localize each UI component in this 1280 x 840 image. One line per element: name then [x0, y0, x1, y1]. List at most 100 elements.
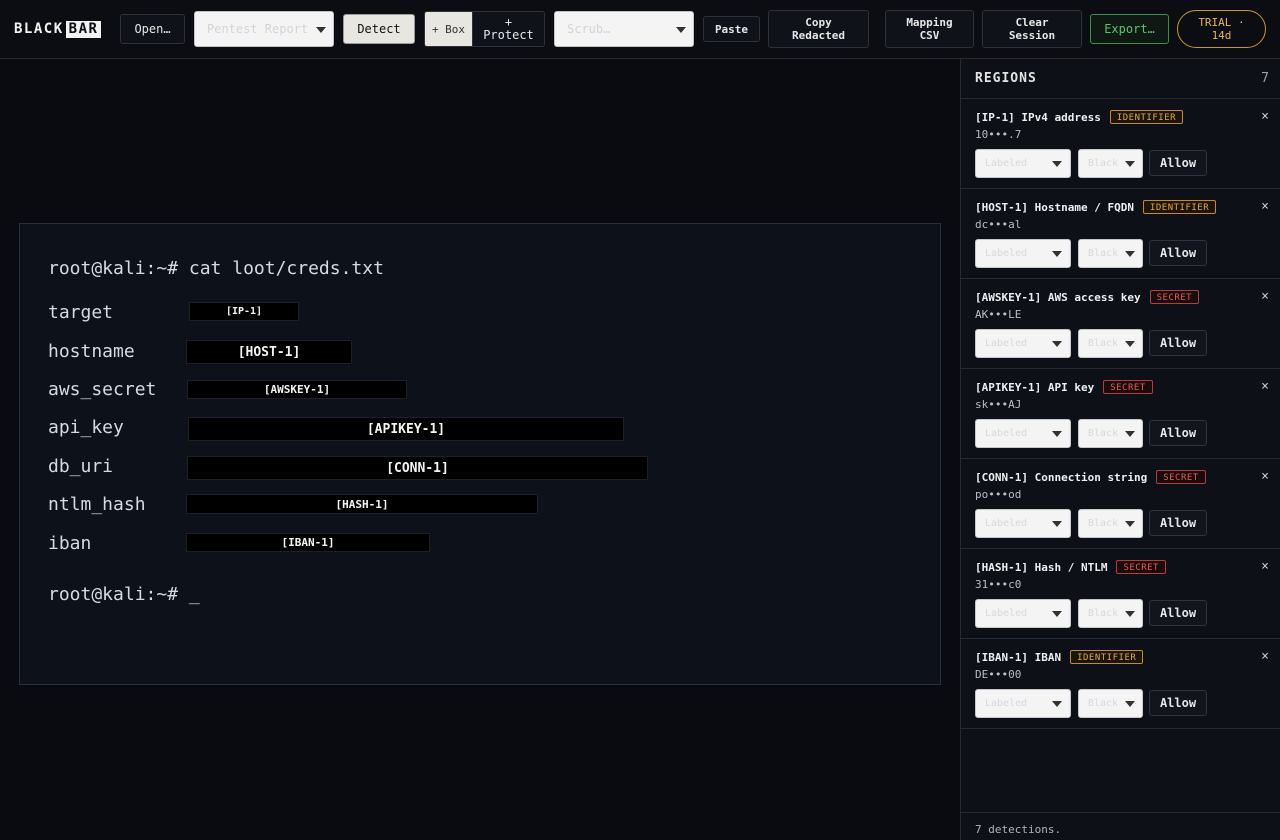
export-button[interactable]: Export… [1090, 14, 1169, 44]
redaction-style-select[interactable]: Labeled [975, 239, 1071, 268]
region-masked-value: AK•••LE [975, 308, 1022, 321]
mapping-csv-label: Mapping CSV [906, 16, 953, 42]
region-card[interactable]: [AWSKEY-1] AWS access key SECRET × AK•••LE L… [961, 279, 1280, 369]
terminal-key: api_key [48, 417, 124, 438]
detections-footer: 7 detections. [961, 812, 1280, 840]
clear-session-button[interactable]: Clear Session [982, 10, 1082, 48]
copy-redacted-button[interactable]: Copy Redacted [768, 10, 869, 48]
region-title: [IBAN-1] IBAN IDENTIFIER [975, 650, 1144, 664]
allow-button[interactable]: Allow [1149, 150, 1207, 176]
terminal-key: db_uri [48, 456, 114, 477]
region-card[interactable]: [HOST-1] Hostname / FQDN IDENTIFIER × dc•••… [961, 189, 1280, 279]
document-canvas[interactable]: root@kali:~# cat loot/creds.txt target h… [0, 59, 960, 840]
chevron-down-icon [1052, 521, 1062, 527]
logo-black: BLACK [14, 21, 64, 37]
fill-color-select[interactable]: Black [1078, 509, 1143, 538]
region-masked-value: sk•••AJ [975, 398, 1022, 411]
chevron-down-icon [1125, 161, 1135, 167]
preset-select[interactable]: Pentest Report [194, 11, 334, 47]
fill-color-value: Black [1088, 338, 1119, 349]
fill-color-value: Black [1088, 698, 1119, 709]
allow-button[interactable]: Allow [1149, 330, 1207, 356]
redaction-style-value: Labeled [985, 248, 1028, 259]
region-masked-value: 10•••.7 [975, 128, 1022, 141]
chevron-down-icon [1125, 701, 1135, 707]
redaction-box[interactable]: [IP-1] [189, 302, 299, 321]
trial-label: TRIAL · 14d [1198, 16, 1245, 42]
redaction-box[interactable]: [IBAN-1] [186, 533, 430, 552]
redaction-box[interactable]: [CONN-1] [187, 456, 648, 480]
allow-button[interactable]: Allow [1149, 600, 1207, 626]
detect-button[interactable]: Detect [343, 14, 415, 44]
chevron-down-icon [1125, 341, 1135, 347]
redaction-box[interactable]: [AWSKEY-1] [187, 380, 407, 399]
regions-title: REGIONS [975, 71, 1037, 86]
chevron-down-icon [676, 27, 686, 33]
trial-badge[interactable]: TRIAL · 14d [1177, 10, 1266, 48]
add-box-button[interactable]: + Box [424, 11, 473, 47]
region-title: [APIKEY-1] API key SECRET [975, 380, 1153, 394]
add-box-label: + Box [431, 22, 466, 36]
redaction-style-select[interactable]: Labeled [975, 149, 1071, 178]
close-icon[interactable]: × [1261, 469, 1269, 484]
close-icon[interactable]: × [1261, 289, 1269, 304]
region-label: [IBAN-1] IBAN [975, 650, 1062, 664]
chevron-down-icon [1125, 431, 1135, 437]
scrub-select[interactable]: Scrub… [554, 11, 694, 47]
redaction-style-select[interactable]: Labeled [975, 419, 1071, 448]
add-protect-label: + Protect [483, 15, 534, 42]
redaction-style-select[interactable]: Labeled [975, 599, 1071, 628]
allow-button[interactable]: Allow [1149, 510, 1207, 536]
close-icon[interactable]: × [1261, 109, 1269, 124]
region-label: [IP-1] IPv4 address [975, 110, 1101, 124]
fill-color-select[interactable]: Black [1078, 689, 1143, 718]
region-title: [HOST-1] Hostname / FQDN IDENTIFIER [975, 200, 1217, 214]
region-masked-value: DE•••00 [975, 668, 1022, 681]
region-label: [CONN-1] Connection string [975, 470, 1148, 484]
region-type-badge: SECRET [1103, 380, 1153, 394]
close-icon[interactable]: × [1261, 649, 1269, 664]
close-icon[interactable]: × [1261, 559, 1269, 574]
fill-color-select[interactable]: Black [1078, 329, 1143, 358]
redaction-box[interactable]: [HOST-1] [186, 340, 352, 364]
region-card[interactable]: [APIKEY-1] API key SECRET × sk•••AJ Labeled B… [961, 369, 1280, 459]
redaction-style-value: Labeled [985, 338, 1028, 349]
regions-sidebar: REGIONS 7 [IP-1] IPv4 address IDENTIFIER ×… [960, 59, 1280, 840]
paste-button[interactable]: Paste [703, 16, 760, 42]
copy-redacted-label: Copy Redacted [792, 16, 845, 42]
mapping-csv-button[interactable]: Mapping CSV [885, 10, 974, 48]
close-icon[interactable]: × [1261, 199, 1269, 214]
region-card[interactable]: [IBAN-1] IBAN IDENTIFIER × DE•••00 Labeled Bl… [961, 639, 1280, 729]
preset-select-value: Pentest Report [207, 22, 309, 36]
fill-color-select[interactable]: Black [1078, 599, 1143, 628]
redaction-box[interactable]: [HASH-1] [186, 494, 538, 514]
close-icon[interactable]: × [1261, 379, 1269, 394]
redaction-style-select[interactable]: Labeled [975, 509, 1071, 538]
scrub-select-value: Scrub… [567, 22, 611, 36]
chevron-down-icon [1125, 611, 1135, 617]
region-title: [CONN-1] Connection string SECRET [975, 470, 1206, 484]
region-card[interactable]: [CONN-1] Connection string SECRET × po•••od… [961, 459, 1280, 549]
open-button[interactable]: Open… [120, 14, 185, 44]
allow-button[interactable]: Allow [1149, 420, 1207, 446]
region-title: [AWSKEY-1] AWS access key SECRET [975, 290, 1200, 304]
terminal-screenshot: root@kali:~# cat loot/creds.txt target h… [19, 223, 941, 685]
region-card[interactable]: [HASH-1] Hash / NTLM SECRET × 31•••c0 Labele… [961, 549, 1280, 639]
region-title: [HASH-1] Hash / NTLM SECRET [975, 560, 1166, 574]
fill-color-value: Black [1088, 158, 1119, 169]
fill-color-select[interactable]: Black [1078, 149, 1143, 178]
allow-button[interactable]: Allow [1149, 240, 1207, 266]
region-label: [AWSKEY-1] AWS access key [975, 290, 1141, 304]
add-protect-button[interactable]: + Protect [472, 11, 545, 47]
allow-button[interactable]: Allow [1149, 690, 1207, 716]
redaction-style-select[interactable]: Labeled [975, 689, 1071, 718]
logo-bar: BAR [65, 20, 102, 38]
chevron-down-icon [1052, 341, 1062, 347]
redaction-style-value: Labeled [985, 428, 1028, 439]
redaction-box[interactable]: [APIKEY-1] [188, 417, 624, 441]
region-card[interactable]: [IP-1] IPv4 address IDENTIFIER × 10•••.7 Lab… [961, 99, 1280, 189]
redaction-style-select[interactable]: Labeled [975, 329, 1071, 358]
fill-color-value: Black [1088, 608, 1119, 619]
fill-color-select[interactable]: Black [1078, 239, 1143, 268]
fill-color-select[interactable]: Black [1078, 419, 1143, 448]
